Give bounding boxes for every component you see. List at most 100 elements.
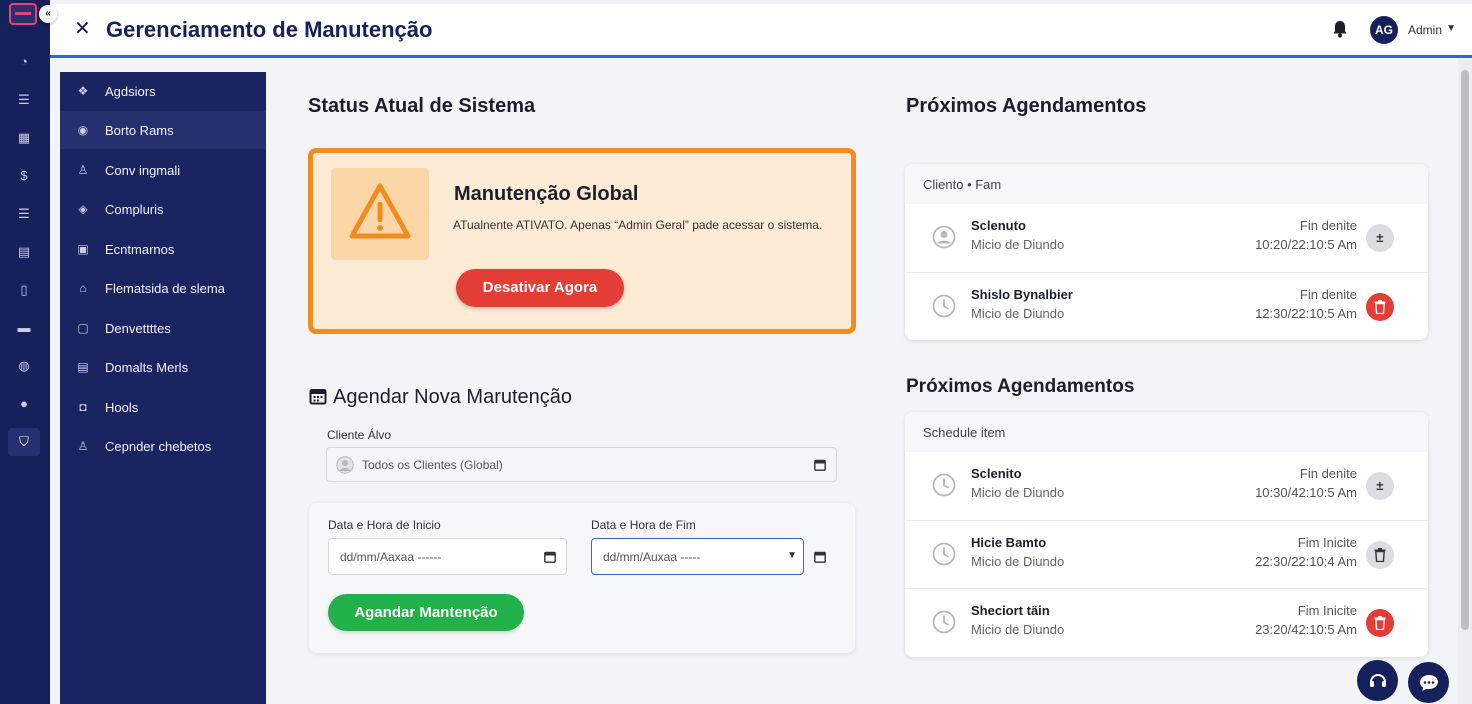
sidebar-item-6[interactable]: ▢ Denvettttes (60, 309, 266, 347)
schedule-sub: Micio de Diundo (971, 622, 1065, 637)
sidebar-item-4[interactable]: ▣ Ecntmarnos (60, 230, 266, 268)
sidebar-item-2[interactable]: ♙ Conv ingmali (60, 151, 266, 189)
support-fab-button[interactable] (1357, 660, 1398, 701)
upcoming-heading-1: Próximos Agendamentos (906, 95, 1147, 117)
support-icon[interactable]: ◍ (8, 352, 40, 380)
clock-icon (932, 610, 956, 634)
schedule-status: Fin denite (1299, 466, 1357, 481)
sidebar-item-8[interactable]: ◘ Hools (60, 388, 266, 426)
bell-icon[interactable] (1332, 20, 1348, 38)
sidebar-item-7[interactable]: ▤ Domalts Merls (60, 348, 266, 386)
calendar-icon[interactable]: ▦ (8, 124, 40, 152)
avatar[interactable]: AG (1370, 16, 1398, 44)
list-item[interactable]: Sclenito Micio de Diundo Fin denite 10:3… (905, 452, 1428, 520)
sidebar-item-1[interactable]: ◉ Borto Rams (60, 111, 266, 149)
users-icon: ❖ (77, 84, 89, 98)
layers-icon: ◈ (78, 202, 88, 216)
schedule-name: Sheciort täin (971, 603, 1050, 618)
trash-icon[interactable] (1366, 609, 1394, 637)
sidebar-item-label: Compluris (105, 201, 164, 217)
sidebar-item-9[interactable]: ♙ Cepnder chebetos (60, 427, 266, 465)
upcoming-card-2: Schedule item Sclenito Micio de Diundo F… (905, 412, 1428, 657)
document2-icon: ▤ (77, 360, 89, 374)
sidebar-item-0[interactable]: ❖ Agdsiors (60, 72, 266, 110)
schedule-sub: Micio de Diundo (971, 485, 1065, 500)
schedule-sub: Micio de Diundo (971, 237, 1065, 252)
user-name[interactable]: Admin (1408, 23, 1442, 37)
schedule-time: 10:30/42:10:5 Am (1255, 485, 1357, 500)
document-icon[interactable]: ▯ (8, 276, 40, 304)
schedule-time: 12:30/22:10:5 Am (1255, 306, 1357, 321)
sidebar-item-3[interactable]: ◈ Compluris (60, 190, 266, 228)
chat-fab-button[interactable] (1408, 662, 1449, 703)
scrollbar[interactable] (1458, 58, 1472, 704)
status-description: ATualnente ATIVATO. Apenas “Admin Geral”… (453, 218, 823, 232)
dashboard-icon[interactable]: ◔ (8, 48, 40, 76)
end-datetime-input[interactable]: dd/mm/Auxaa ----- ▼ (591, 538, 804, 575)
start-label: Data e Hora de Inicio (328, 518, 441, 532)
schedule-name: Hicie Bamto (971, 535, 1047, 550)
edit-icon: ▢ (77, 321, 89, 335)
calendar-icon (309, 387, 327, 405)
collapse-sidebar-button[interactable]: « (39, 5, 57, 23)
schedule-sub: Micio de Diundo (971, 554, 1065, 569)
maintenance-status-card: Manutenção Global ATualnente ATIVATO. Ap… (308, 148, 856, 334)
sidebar-item-label: Hools (105, 399, 139, 415)
schedule-submit-button[interactable]: Agandar Mantenção (328, 594, 524, 631)
list2-icon[interactable]: ☰ (8, 200, 40, 228)
sidebar: ❖ Agdsiors ◉ Borto Rams ♙ Conv ingmali ◈ Com… (60, 72, 266, 704)
list-icon[interactable]: ☰ (8, 86, 40, 114)
client-label: Cliente Álvo (327, 428, 392, 442)
calendar-small-icon[interactable] (544, 550, 556, 563)
upcoming-heading-2: Próximos Agendamentos (906, 376, 1135, 397)
calendar-small-icon[interactable] (814, 550, 826, 563)
sidebar-item-label: Agdsiors (105, 83, 156, 99)
upcoming-card-1: Cliento • Fam Sclenuto Micio de Diundo F… (905, 164, 1428, 340)
chevron-down-icon[interactable]: ▼ (1446, 23, 1456, 34)
status-title: Manutenção Global (454, 183, 639, 205)
tool-icon: ◘ (79, 400, 87, 414)
sidebar-item-label: Cepnder chebetos (105, 438, 212, 454)
schedule-heading: Agendar Nova Marutenção (333, 386, 573, 408)
list-item[interactable]: Sclenuto Micio de Diundo Fin denite 10:2… (905, 204, 1428, 272)
deactivate-button[interactable]: Desativar Agora (456, 269, 624, 307)
icon-rail: ◔ ☰ ▦ $ ☰ ▤ ▯ ▬ ◍ ● ⛉ (0, 0, 50, 704)
schedule-time: 23:20/42:10:5 Am (1255, 622, 1357, 637)
schedule-time: 22:30/22:10:4 Am (1255, 554, 1357, 569)
warning-icon (331, 168, 429, 260)
client-select[interactable]: Todos os Clientes (Global) (326, 447, 837, 482)
list-item[interactable]: Hicie Bamto Micio de Diundo Fim Inicite … (905, 520, 1428, 588)
start-datetime-input[interactable]: dd/mm/Aaxaa ------ (328, 538, 567, 575)
sidebar-item-5[interactable]: ⌂ Flematsida de slema (60, 269, 266, 307)
list-item[interactable]: Sheciort täin Micio de Diundo Fim Inicit… (905, 588, 1428, 656)
tools-icon: ✕ (74, 18, 91, 40)
schedule-sub: Micio de Diundo (971, 306, 1065, 321)
schedule-time: 10:20/22:10:5 Am (1255, 237, 1357, 252)
server-icon[interactable]: ▤ (8, 238, 40, 266)
dollar-icon[interactable]: $ (8, 162, 40, 190)
sidebar-item-label: Denvettttes (105, 320, 171, 336)
trash-icon[interactable] (1366, 293, 1394, 321)
window-icon[interactable]: ▬ (8, 314, 40, 342)
top-header: ✕ Gerenciamento de Manutenção AG Admin ▼ (50, 4, 1472, 58)
upload-icon[interactable]: ± (1366, 472, 1394, 500)
app-title: Gerenciamento de Manutenção (106, 17, 433, 42)
chevron-down-icon[interactable]: ▼ (787, 550, 797, 561)
trash-icon[interactable] (1366, 541, 1394, 569)
start-datetime-placeholder: dd/mm/Aaxaa ------ (340, 550, 442, 564)
clock-icon (932, 294, 956, 318)
schedule-name: Shislo Bynalbier (971, 287, 1073, 302)
clock-icon (932, 542, 956, 566)
upcoming-card-header-label: Schedule item (923, 425, 1006, 440)
list-item[interactable]: Shislo Bynalbier Micio de Diundo Fin den… (905, 272, 1428, 340)
users-icon[interactable]: ● (8, 390, 40, 418)
document-icon: ▣ (77, 242, 89, 256)
schedule-status: Fim Inicite (1297, 535, 1357, 550)
upcoming-card-header: Cliento • Fam (905, 164, 1428, 204)
upcoming-card-header-label: Cliento • Fam (923, 177, 1002, 192)
scrollbar-thumb[interactable] (1461, 70, 1469, 630)
upload-icon[interactable]: ± (1366, 224, 1394, 252)
shield-icon[interactable]: ⛉ (8, 428, 40, 456)
schedule-status: Fin denite (1299, 287, 1357, 302)
calendar-small-icon (814, 458, 826, 471)
